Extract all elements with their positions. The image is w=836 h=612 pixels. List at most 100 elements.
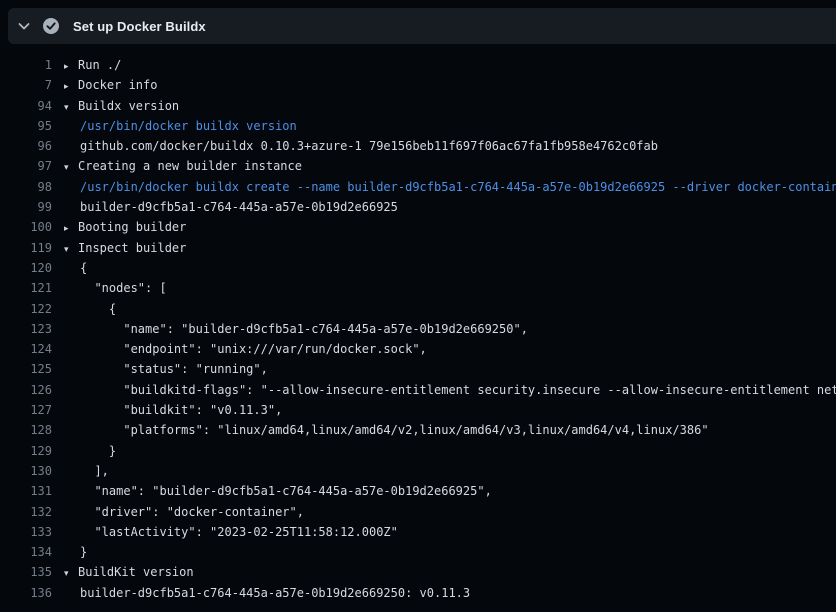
log-line[interactable]: 97▾Creating a new builder instance [0,156,836,176]
log-line: 95/usr/bin/docker buildx version [0,116,836,136]
output-text: "buildkit": "v0.11.3", [52,400,282,420]
step-title: Set up Docker Buildx [73,19,206,34]
log-line: 122 { [0,299,836,319]
triangle-expanded-icon[interactable]: ▾ [64,98,78,118]
line-number[interactable]: 133 [0,522,52,542]
output-text: } [52,542,87,562]
log-line[interactable]: 7▸Docker info [0,75,836,95]
log-line[interactable]: 119▾Inspect builder [0,238,836,258]
output-text: "endpoint": "unix:///var/run/docker.sock… [52,339,427,359]
group-row-content[interactable]: ▸Run ./ [52,55,121,75]
log-line: 96github.com/docker/buildx 0.10.3+azure-… [0,136,836,156]
triangle-expanded-icon[interactable]: ▾ [64,564,78,584]
line-number[interactable]: 130 [0,461,52,481]
group-title: Inspect builder [78,241,186,255]
output-text: "nodes": [ [52,278,167,298]
line-number[interactable]: 128 [0,420,52,440]
group-row-content[interactable]: ▾BuildKit version [52,562,194,582]
log-line: 131 "name": "builder-d9cfb5a1-c764-445a-… [0,481,836,501]
group-title: Creating a new builder instance [78,159,302,173]
line-number[interactable]: 121 [0,278,52,298]
output-text: { [52,299,116,319]
output-text: { [52,258,87,278]
line-number[interactable]: 129 [0,441,52,461]
line-number[interactable]: 99 [0,197,52,217]
output-text: builder-d9cfb5a1-c764-445a-a57e-0b19d2e6… [52,197,398,217]
line-number[interactable]: 97 [0,156,52,176]
log-line[interactable]: 100▸Booting builder [0,217,836,237]
log-line[interactable]: 1▸Run ./ [0,55,836,75]
log-line: 123 "name": "builder-d9cfb5a1-c764-445a-… [0,319,836,339]
group-row-content[interactable]: ▸Docker info [52,75,157,95]
line-number[interactable]: 7 [0,75,52,95]
line-number[interactable]: 135 [0,562,52,582]
log-line[interactable]: 94▾Buildx version [0,96,836,116]
line-number[interactable]: 124 [0,339,52,359]
group-row-content[interactable]: ▾Inspect builder [52,238,186,258]
line-number[interactable]: 95 [0,116,52,136]
line-number[interactable]: 136 [0,583,52,603]
log-line: 98/usr/bin/docker buildx create --name b… [0,177,836,197]
output-text: builder-d9cfb5a1-c764-445a-a57e-0b19d2e6… [52,583,470,603]
group-title: Run ./ [78,58,121,72]
output-text: github.com/docker/buildx 0.10.3+azure-1 … [52,136,658,156]
log-line: 120{ [0,258,836,278]
log-line: 121 "nodes": [ [0,278,836,298]
log-line: 124 "endpoint": "unix:///var/run/docker.… [0,339,836,359]
log-line: 132 "driver": "docker-container", [0,502,836,522]
log-line: 136builder-d9cfb5a1-c764-445a-a57e-0b19d… [0,583,836,603]
line-number[interactable]: 119 [0,238,52,258]
line-number[interactable]: 94 [0,96,52,116]
group-row-content[interactable]: ▸Booting builder [52,217,186,237]
output-text: "buildkitd-flags": "--allow-insecure-ent… [52,380,836,400]
triangle-expanded-icon[interactable]: ▾ [64,158,78,178]
output-text: "name": "builder-d9cfb5a1-c764-445a-a57e… [52,481,492,501]
group-title: Buildx version [78,99,179,113]
step-header[interactable]: Set up Docker Buildx [8,8,836,44]
log-line: 133 "lastActivity": "2023-02-25T11:58:12… [0,522,836,542]
group-title: Booting builder [78,220,186,234]
group-title: BuildKit version [78,565,194,579]
line-number[interactable]: 98 [0,177,52,197]
log-rows: 1▸Run ./7▸Docker info94▾Buildx version95… [0,55,836,603]
line-number[interactable]: 122 [0,299,52,319]
line-number[interactable]: 96 [0,136,52,156]
log-line: 130 ], [0,461,836,481]
triangle-expanded-icon[interactable]: ▾ [64,240,78,260]
chevron-down-icon[interactable] [16,18,32,34]
log-line: 129 } [0,441,836,461]
output-text: "lastActivity": "2023-02-25T11:58:12.000… [52,522,398,542]
line-number[interactable]: 100 [0,217,52,237]
group-row-content[interactable]: ▾Creating a new builder instance [52,156,302,176]
triangle-collapsed-icon[interactable]: ▸ [64,57,78,77]
actions-log-viewer: Set up Docker Buildx 1▸Run ./7▸Docker in… [0,8,836,603]
line-number[interactable]: 132 [0,502,52,522]
line-number[interactable]: 127 [0,400,52,420]
output-text: "name": "builder-d9cfb5a1-c764-445a-a57e… [52,319,528,339]
group-row-content[interactable]: ▾Buildx version [52,96,179,116]
log-line: 126 "buildkitd-flags": "--allow-insecure… [0,380,836,400]
triangle-collapsed-icon[interactable]: ▸ [64,77,78,97]
log-area: 1▸Run ./7▸Docker info94▾Buildx version95… [0,44,836,603]
group-title: Docker info [78,78,157,92]
line-number[interactable]: 126 [0,380,52,400]
log-line: 127 "buildkit": "v0.11.3", [0,400,836,420]
log-line: 134} [0,542,836,562]
triangle-collapsed-icon[interactable]: ▸ [64,219,78,239]
line-number[interactable]: 120 [0,258,52,278]
command-text: /usr/bin/docker buildx version [52,116,297,136]
command-text: /usr/bin/docker buildx create --name bui… [52,177,836,197]
line-number[interactable]: 134 [0,542,52,562]
line-number[interactable]: 1 [0,55,52,75]
output-text: "driver": "docker-container", [52,502,304,522]
log-line: 128 "platforms": "linux/amd64,linux/amd6… [0,420,836,440]
check-circle-icon [42,17,60,35]
output-text: ], [52,461,109,481]
log-line: 125 "status": "running", [0,359,836,379]
output-text: "platforms": "linux/amd64,linux/amd64/v2… [52,420,709,440]
log-line[interactable]: 135▾BuildKit version [0,562,836,582]
line-number[interactable]: 131 [0,481,52,501]
line-number[interactable]: 123 [0,319,52,339]
output-text: } [52,441,116,461]
line-number[interactable]: 125 [0,359,52,379]
